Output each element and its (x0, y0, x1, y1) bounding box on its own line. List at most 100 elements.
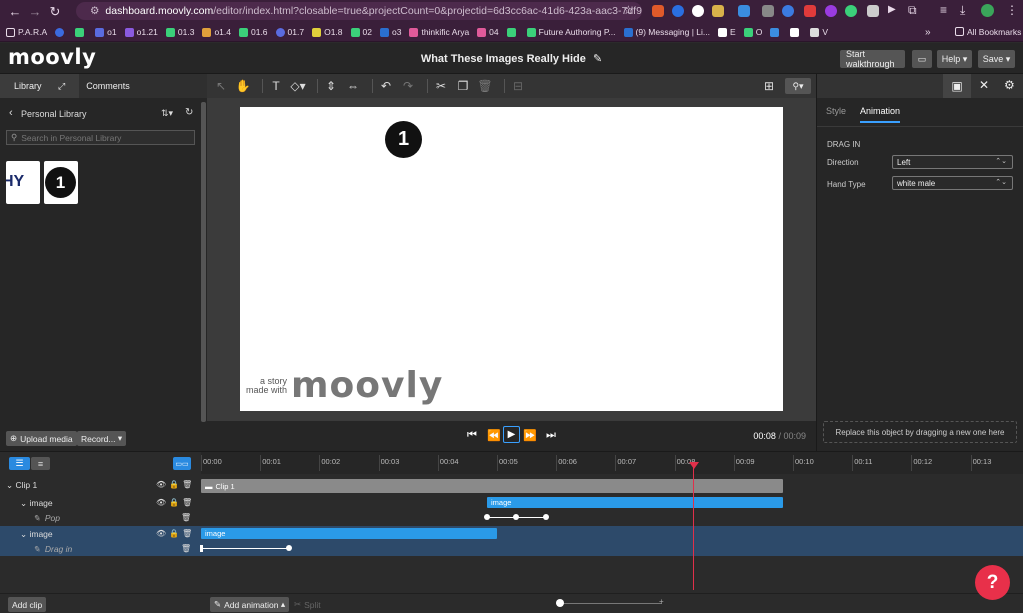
extension-icon[interactable] (782, 5, 794, 17)
lock-icon[interactable]: 🔒 (169, 480, 182, 489)
bookmark-item[interactable] (506, 27, 519, 37)
play-icon[interactable]: ▶ (888, 4, 896, 15)
arrange-icon[interactable]: ⊟ (510, 79, 526, 93)
queue-icon[interactable]: ≡ (940, 3, 947, 17)
trash-icon[interactable]: 🗑 (182, 498, 195, 507)
add-animation-button[interactable]: ✎ Add animation ▴ (210, 597, 290, 612)
stage-canvas[interactable]: 1 a story made with moovly (240, 107, 783, 411)
image-bar[interactable]: image (201, 528, 497, 539)
number-badge-image[interactable]: 1 (385, 121, 422, 158)
bookmark-item[interactable]: O (743, 27, 762, 37)
bookmark-item[interactable]: 04 (477, 27, 499, 37)
settings-gear-icon[interactable]: ⚙ (1004, 78, 1015, 92)
pointer-icon[interactable]: ↖ (213, 79, 229, 93)
bookmark-item[interactable]: O1.8 (312, 27, 343, 37)
more-icon[interactable]: ⋮ (1006, 3, 1018, 17)
bookmark-item[interactable]: o1 (95, 27, 117, 37)
zoom-slider-handle[interactable] (556, 599, 564, 607)
expand-icon[interactable]: ⤢ (51, 81, 72, 92)
copy-icon[interactable]: ❐ (455, 79, 471, 93)
bookmark-item[interactable]: P.A.R.A (6, 27, 47, 37)
fast-forward-icon[interactable]: ⏩ (523, 429, 537, 442)
site-info-icon[interactable]: ⚙ (90, 5, 99, 17)
keyframe-handle[interactable] (286, 545, 292, 551)
split-button[interactable]: ✂ Split (290, 597, 325, 612)
extension-icon[interactable] (672, 5, 684, 17)
bookmark-item[interactable] (75, 27, 87, 37)
image-bar[interactable]: image (487, 497, 783, 508)
forward-icon[interactable]: → (26, 4, 44, 19)
extension-icon[interactable] (712, 5, 724, 17)
download-icon[interactable]: ⤓ (960, 3, 965, 18)
skip-end-icon[interactable]: ⏭ (546, 429, 556, 442)
bookmark-item[interactable]: Future Authoring P... (526, 27, 616, 37)
library-thumbnail[interactable]: 1 (44, 161, 78, 204)
extension-icon[interactable] (652, 5, 664, 17)
layer-row-image-2[interactable]: ⌄ image 👁🔒🗑 image (0, 526, 1023, 541)
preview-monitor-icon[interactable]: ▭ (912, 50, 932, 68)
bookmark-item[interactable]: 02 (350, 27, 372, 37)
extension-icon[interactable] (825, 5, 837, 17)
profile-avatar[interactable] (981, 4, 994, 17)
library-scrollbar[interactable] (201, 102, 206, 422)
list-view-icon[interactable]: ☰ (9, 457, 30, 470)
eye-icon[interactable]: 👁 (156, 480, 169, 489)
hand-type-select[interactable]: white male ⌃⌄ (892, 176, 1013, 190)
add-clip-button[interactable]: Add clip (8, 597, 47, 612)
bookmark-item[interactable]: thinkific Arya (409, 27, 469, 37)
eye-icon[interactable]: 👁 (156, 498, 169, 507)
reload-icon[interactable]: ↻ (46, 4, 64, 20)
bookmark-item[interactable]: 01.3 (165, 27, 194, 37)
save-menu-button[interactable]: Save ▾ (978, 50, 1015, 68)
bookmark-item[interactable] (770, 27, 782, 37)
library-search-input[interactable]: ⚲ Search in Personal Library (6, 130, 195, 145)
tab-library[interactable]: Library ⤢ (0, 74, 80, 98)
tab-animation[interactable]: Animation (860, 106, 901, 123)
align-vertical-icon[interactable]: ⇕ (323, 79, 339, 93)
start-walkthrough-button[interactable]: Start walkthrough (840, 49, 905, 69)
tab-comments[interactable]: Comments (79, 81, 137, 91)
hand-icon[interactable]: ✋ (235, 79, 251, 93)
undo-icon[interactable]: ↶ (378, 79, 394, 93)
extension-icon[interactable] (692, 5, 704, 17)
back-icon[interactable]: ← (6, 4, 24, 19)
all-bookmarks[interactable]: All Bookmarks (955, 27, 1021, 37)
puzzle-icon[interactable]: ⧉ (908, 3, 917, 18)
replace-dropzone[interactable]: Replace this object by dragging a new on… (823, 421, 1017, 443)
text-icon[interactable]: T (268, 79, 284, 93)
clip-bar[interactable]: ▬ Clip 1 (201, 479, 783, 493)
lock-icon[interactable]: 🔒 (169, 529, 182, 538)
help-button[interactable]: ? (975, 565, 1010, 600)
keyframe-handle[interactable] (200, 545, 203, 552)
fit-screen-icon[interactable]: ⊞ (764, 79, 774, 93)
extension-icon[interactable] (738, 5, 750, 17)
align-horizontal-icon[interactable]: ⇔ (345, 79, 361, 93)
bookmark-item[interactable]: E (718, 27, 736, 37)
cut-icon[interactable]: ✂ (433, 79, 449, 93)
shapes-icon[interactable]: ◇▾ (290, 79, 306, 93)
bookmark-item[interactable]: o3 (379, 27, 401, 37)
bookmark-item[interactable]: (9) Messaging | Li... (623, 27, 710, 37)
trash-icon[interactable]: 🗑 (181, 513, 194, 522)
tools-icon[interactable]: ✕ (979, 78, 989, 92)
trash-icon[interactable]: 🗑 (182, 480, 195, 489)
skip-start-icon[interactable]: ⏮ (467, 429, 477, 442)
keyframe-handle[interactable] (513, 514, 519, 520)
bookmark-item[interactable]: 01.7 (275, 27, 304, 37)
timeline-toggle-icon[interactable]: ▭▭ (173, 457, 191, 470)
layer-row-image-1[interactable]: ⌄ image 👁🔒🗑 image (0, 495, 1023, 510)
extension-icon[interactable] (804, 5, 816, 17)
sort-icon[interactable]: ⇅▾ (161, 108, 173, 119)
record-button[interactable]: Record... ▾ (77, 431, 127, 446)
rewind-icon[interactable]: ⏪ (487, 429, 501, 442)
trash-icon[interactable]: 🗑 (182, 529, 195, 538)
star-icon[interactable]: ☆ (623, 3, 634, 17)
address-bar[interactable]: ⚙ dashboard.moovly.com/editor/index.html… (76, 2, 642, 20)
extension-icon[interactable] (845, 5, 857, 17)
animation-row-drag-in[interactable]: ✎ Drag in 🗑 (0, 541, 1023, 556)
bookmark-item[interactable]: 01.6 (238, 27, 268, 37)
zoom-icon[interactable]: ⚲▾ (785, 78, 811, 94)
zoom-in-icon[interactable]: + (659, 597, 664, 606)
upload-media-button[interactable]: ⊕ Upload media (6, 431, 77, 446)
extension-icon[interactable] (762, 5, 774, 17)
